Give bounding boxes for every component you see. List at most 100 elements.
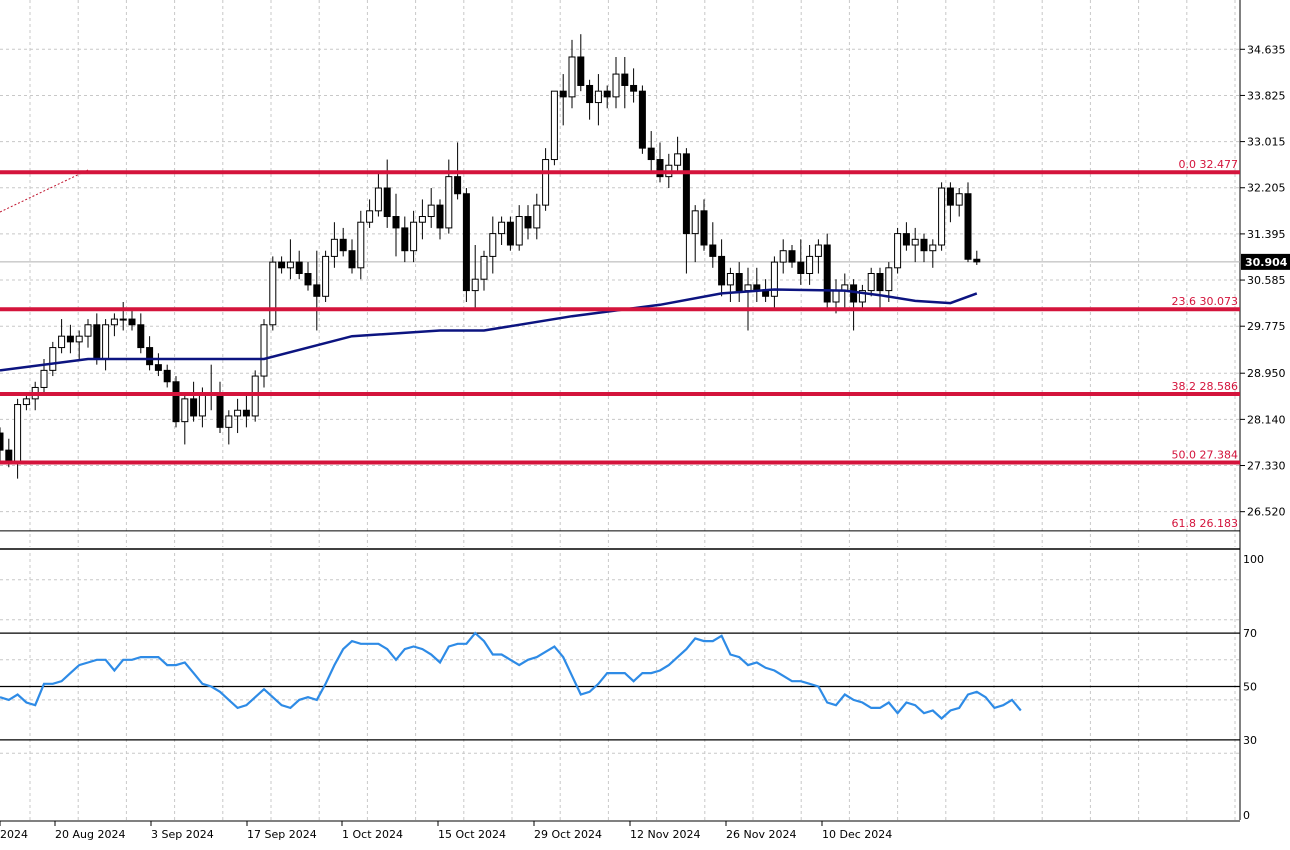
candle-body (22, 398, 30, 406)
price-tick-label: 33.015 (1247, 136, 1286, 149)
candle-body (806, 255, 814, 274)
candle-body (330, 238, 338, 257)
price-tick-label: 27.330 (1247, 460, 1286, 473)
candle-body (524, 216, 532, 229)
candle-body (462, 193, 470, 292)
candle-body (102, 324, 110, 360)
candle-body (744, 284, 752, 292)
candle-body (770, 261, 778, 297)
candle-body (946, 187, 954, 206)
candle-body (348, 250, 356, 269)
candle-body (682, 153, 690, 235)
price-tick-label: 31.395 (1247, 228, 1286, 241)
candle-body (929, 244, 937, 252)
candle-body (471, 278, 479, 292)
rsi-axis-max: 100 (1243, 553, 1264, 566)
x-tick-label: 20 Aug 2024 (55, 828, 125, 841)
candle-body (366, 210, 374, 223)
x-tick-label: 1 Oct 2024 (342, 828, 403, 841)
candle-body (269, 261, 277, 326)
last-price-label: 30.904 (1245, 256, 1288, 269)
candle-body (964, 193, 972, 260)
candle-body (612, 73, 620, 98)
price-axis: 34.635 33.825 33.015 32.205 31.395 30.585 29.7… (1240, 43, 1286, 519)
candle-body (515, 216, 523, 246)
candle-body (436, 204, 444, 229)
candle-body (559, 90, 567, 98)
candle-body (850, 284, 858, 303)
candle-body (49, 347, 57, 371)
candle-body (146, 347, 154, 366)
candle-body (58, 335, 66, 349)
candle-body (401, 227, 409, 252)
candle-body (647, 147, 655, 161)
candle-body (955, 193, 963, 206)
candle-body (867, 273, 875, 292)
candle-body (973, 258, 981, 263)
candle-body (392, 216, 400, 229)
trend-line (0, 169, 89, 213)
candle-body (814, 244, 822, 257)
candle-body (885, 267, 893, 292)
x-tick-label: 15 Oct 2024 (438, 828, 506, 841)
candle-body (234, 409, 242, 417)
candle-body (128, 318, 136, 326)
rsi-axis-min: 0 (1243, 809, 1250, 822)
candle-body (304, 273, 312, 286)
candle-body (454, 176, 462, 195)
candle-body (137, 324, 145, 349)
candle-body (374, 187, 382, 212)
candle-body (119, 318, 127, 321)
candle-body (621, 73, 629, 86)
candle-body (66, 335, 74, 343)
candle-body (832, 290, 840, 303)
candle-body (533, 204, 541, 229)
price-chart: 34.635 33.825 33.015 32.205 31.395 30.585 29.7… (0, 0, 1290, 841)
candle-body (242, 409, 250, 417)
candle-body (568, 56, 576, 98)
candle-body (190, 398, 198, 417)
candle-body (894, 233, 902, 269)
x-tick-label: 29 Oct 2024 (534, 828, 602, 841)
candle-body (603, 90, 611, 98)
candle-body (735, 273, 743, 292)
fib-level-label: 50.0 27.384 (1172, 448, 1238, 461)
candle-body (674, 153, 682, 166)
candle-body (630, 84, 638, 92)
fib-level-label: 61.8 26.183 (1172, 517, 1238, 530)
candle-body (779, 250, 787, 263)
candle-body (638, 90, 646, 149)
candle-body (418, 216, 426, 223)
x-tick-label: 17 Sep 2024 (247, 828, 317, 841)
rsi-level-label: 70 (1243, 627, 1257, 640)
candle-body (110, 318, 118, 326)
x-tick-label: 12 Nov 2024 (630, 828, 700, 841)
rsi-line (0, 631, 1022, 720)
candle-body (163, 369, 171, 383)
chart-root: 34.635 33.825 33.015 32.205 31.395 30.585 29.7… (0, 0, 1290, 846)
candle-body (498, 221, 506, 235)
x-tick-label: 26 Nov 2024 (726, 828, 796, 841)
rsi-level-label: 50 (1243, 681, 1257, 694)
candle-body (225, 415, 233, 428)
candle-body (278, 261, 286, 269)
candle-body (286, 261, 294, 269)
x-axis: 2024 20 Aug 2024 3 Sep 2024 17 Sep 2024 1 Oc… (0, 821, 892, 841)
candle-body (823, 244, 831, 303)
candle-body (718, 255, 726, 286)
candle-body (14, 404, 22, 463)
candle-body (5, 449, 13, 463)
candle-body (594, 90, 602, 104)
candle-body (902, 233, 910, 246)
candle-body (586, 84, 594, 104)
candle-body (339, 238, 347, 252)
fib-level-label: 0.0 32.477 (1179, 158, 1238, 171)
candle-body (709, 244, 717, 257)
candle-body (93, 324, 101, 360)
price-tick-label: 34.635 (1247, 43, 1286, 56)
candle-body (577, 56, 585, 86)
x-tick-label: 3 Sep 2024 (151, 828, 214, 841)
candle-body (797, 261, 805, 274)
candle-body (260, 324, 268, 377)
candle-body (427, 204, 435, 218)
